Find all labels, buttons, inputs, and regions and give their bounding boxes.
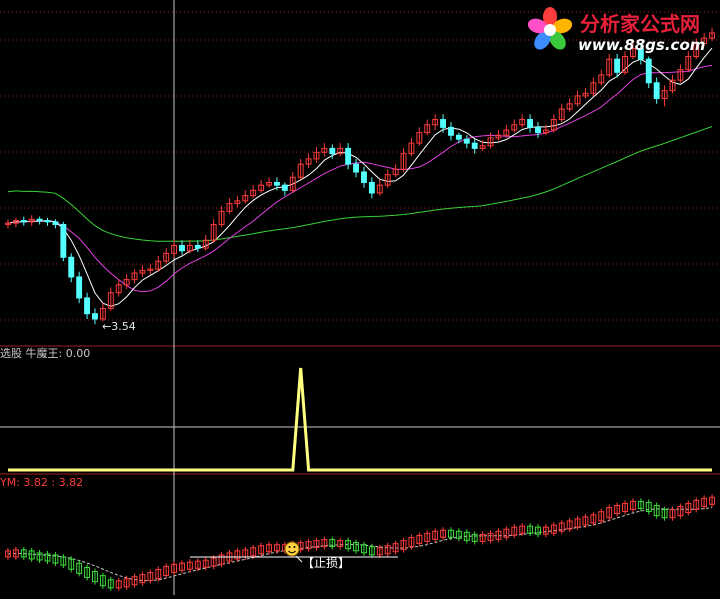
price-candle-body [368, 181, 375, 194]
chart-canvas[interactable] [0, 0, 720, 595]
panel3-label: YM: 3.82 : 3.82 [0, 476, 84, 489]
watermark-logo: 分析家公式网 www.88gs.com [520, 4, 716, 58]
panel2-label: 选股 牛魔王: 0.00 [0, 347, 91, 360]
smiley-eye-left [288, 546, 291, 548]
price-candle-body [645, 58, 652, 84]
price-candle-body [179, 244, 185, 252]
price-candle-body [448, 126, 454, 136]
price-candle-body [44, 220, 51, 223]
watermark-url: www.88gs.com [578, 36, 706, 54]
price-candle-body [455, 134, 462, 140]
smiley-eye-right [293, 546, 296, 548]
price-candle-body [440, 119, 447, 128]
stop-loss-label: 【止损】 [302, 556, 351, 570]
price-candle-body [614, 58, 621, 73]
ma-short-line [7, 47, 713, 307]
watermark-title: 分析家公式网 [580, 12, 700, 36]
arrow-left-icon: ← [102, 320, 112, 333]
price-candle-body [76, 276, 83, 299]
price-candle-body [353, 163, 359, 173]
price-candle-body [471, 142, 478, 149]
flower-logo-icon [527, 7, 573, 50]
price-candle-body [329, 147, 336, 155]
price-candle-body [361, 171, 367, 183]
stock-chart[interactable]: 选股 牛魔王: 0.00 YM: 3.82 : 3.82 ←3.54 【止损】 … [0, 0, 720, 595]
price-candle-body [20, 220, 27, 223]
price-candle-body [68, 256, 75, 278]
price-candle-body [535, 126, 541, 134]
price-candle-body [52, 221, 59, 225]
price-candle-body [92, 313, 98, 320]
signal-line [8, 367, 712, 472]
price-candle-body [463, 138, 470, 144]
price-candle-body [281, 184, 288, 191]
low-price-annotation: ←3.54 [102, 321, 136, 333]
ma-mid-line [7, 64, 713, 293]
price-candle-body [60, 223, 67, 258]
price-candle-body [84, 297, 91, 315]
price-candle-body [653, 82, 660, 100]
price-candle-body [273, 181, 280, 186]
smiley-face-icon [284, 541, 300, 557]
price-candle-body [345, 147, 352, 165]
price-candle-body [527, 119, 534, 128]
ma-long-line [7, 126, 713, 242]
price-candle-body [194, 244, 201, 249]
ym-average-line [7, 507, 713, 582]
low-price-value: 3.54 [111, 320, 136, 333]
price-candle-body [36, 218, 43, 222]
